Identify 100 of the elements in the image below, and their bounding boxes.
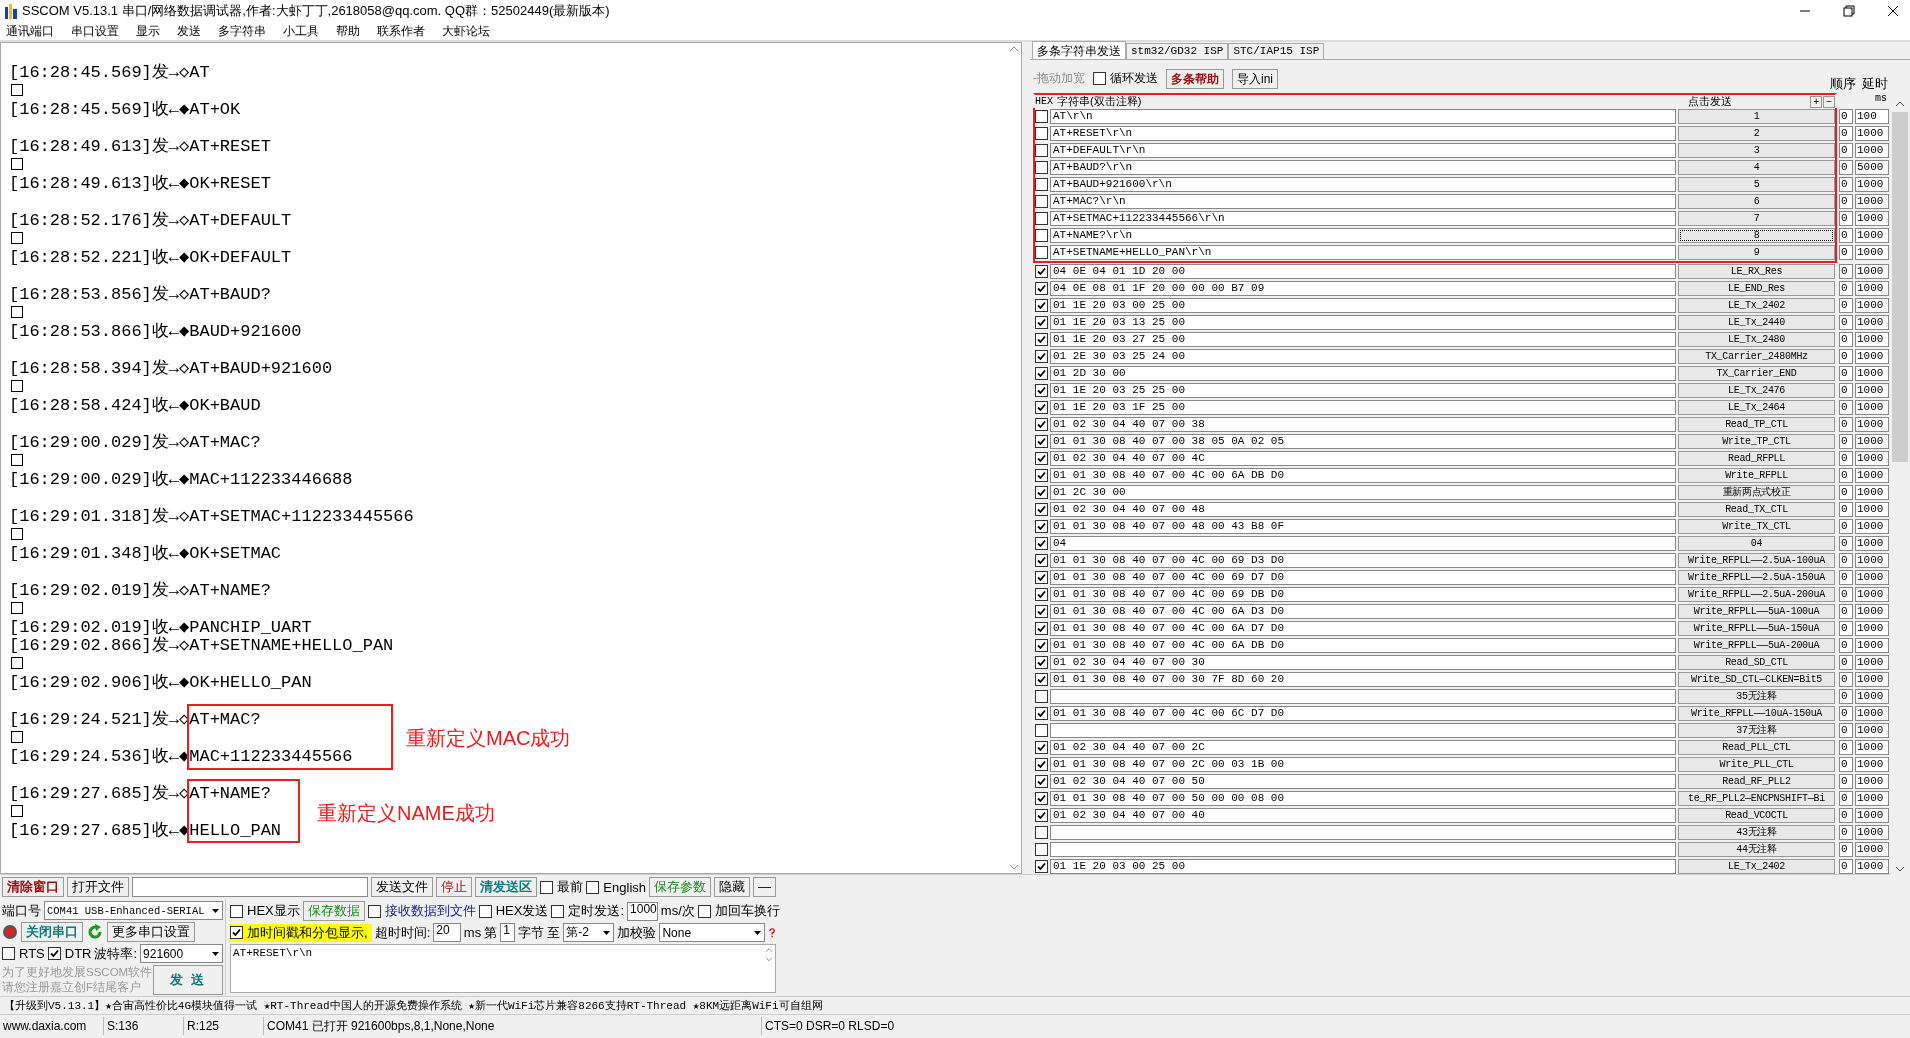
order-field[interactable]: 0 — [1839, 366, 1853, 381]
string-field[interactable]: 01 1E 20 03 27 25 00 — [1050, 332, 1676, 347]
help-button[interactable]: 多条帮助 — [1166, 68, 1224, 89]
delay-field[interactable]: 1000 — [1855, 689, 1889, 704]
checkbox[interactable] — [1035, 333, 1048, 346]
checkbox[interactable] — [1035, 622, 1048, 635]
send-button[interactable]: TX_Carrier_END — [1678, 366, 1835, 381]
string-field[interactable]: AT+SETNAME+HELLO_PAN\r\n — [1050, 245, 1676, 260]
string-field[interactable]: 01 01 30 08 40 07 00 4C 00 6A DB D0 — [1050, 468, 1676, 483]
delay-field[interactable]: 1000 — [1855, 468, 1889, 483]
checkbox[interactable] — [586, 880, 600, 894]
clear-send-button[interactable]: 清发送区 — [475, 877, 538, 897]
send-button[interactable]: LE_Tx_2476 — [1678, 383, 1835, 398]
checkbox[interactable] — [1035, 229, 1048, 242]
string-field[interactable]: 01 01 30 08 40 07 00 50 00 00 08 00 — [1050, 791, 1676, 806]
send-button[interactable]: 4 — [1678, 160, 1835, 175]
send-button[interactable]: 重新两点式校正 — [1678, 485, 1835, 500]
checkbox[interactable] — [1035, 178, 1048, 191]
string-field[interactable] — [1050, 689, 1676, 704]
send-button[interactable]: Write_RFPLL——10uA-150uA — [1678, 706, 1835, 721]
order-field[interactable]: 0 — [1839, 655, 1853, 670]
send-button[interactable]: Write_RFPLL——5uA-150uA — [1678, 621, 1835, 636]
send-button[interactable]: Write_RFPLL——5uA-100uA — [1678, 604, 1835, 619]
string-field[interactable]: 01 01 30 08 40 07 00 30 7F 8D 60 20 — [1050, 672, 1676, 687]
checkbox[interactable] — [1035, 350, 1048, 363]
collapse-button[interactable]: — — [753, 877, 776, 897]
send-file-button[interactable]: 发送文件 — [371, 877, 434, 897]
send-button[interactable]: LE_Tx_2402 — [1678, 298, 1835, 313]
menu-item[interactable]: 帮助 — [336, 22, 360, 40]
send-button[interactable]: LE_Tx_2464 — [1678, 400, 1835, 415]
delay-field[interactable]: 1000 — [1855, 672, 1889, 687]
checkbox[interactable] — [1035, 588, 1048, 601]
delay-field[interactable]: 1000 — [1855, 366, 1889, 381]
checkbox[interactable] — [1035, 843, 1048, 856]
string-field[interactable]: 01 01 30 08 40 07 00 48 00 43 B8 0F — [1050, 519, 1676, 534]
scroll-thumb[interactable] — [1892, 112, 1908, 462]
string-field[interactable]: AT\r\n — [1050, 109, 1676, 124]
string-field[interactable]: 01 01 30 08 40 07 00 4C 00 69 D3 D0 — [1050, 553, 1676, 568]
checkbox[interactable] — [1035, 520, 1048, 533]
port-dropdown[interactable]: COM41 USB-Enhanced-SERIAL — [44, 901, 223, 920]
send-button[interactable]: Read_RFPLL — [1678, 451, 1835, 466]
string-field[interactable]: 04 0E 08 01 1F 20 00 00 00 B7 09 — [1050, 281, 1676, 296]
tab[interactable]: STC/IAP15 ISP — [1228, 43, 1325, 59]
checkbox[interactable] — [540, 880, 554, 894]
string-field[interactable]: 04 — [1050, 536, 1676, 551]
order-field[interactable]: 0 — [1839, 859, 1853, 874]
send-button[interactable]: LE_Tx_2480 — [1678, 332, 1835, 347]
delay-field[interactable]: 1000 — [1855, 211, 1889, 226]
string-field[interactable]: 01 02 30 04 40 07 00 30 — [1050, 655, 1676, 670]
send-button[interactable]: LE_Tx_2440 — [1678, 315, 1835, 330]
delay-field[interactable]: 1000 — [1855, 281, 1889, 296]
order-field[interactable]: 0 — [1839, 604, 1853, 619]
checkbox[interactable] — [1035, 435, 1048, 448]
send-button[interactable]: 43无注释 — [1678, 825, 1835, 840]
string-field[interactable]: 01 2E 30 03 25 24 00 — [1050, 349, 1676, 364]
string-field[interactable]: 01 1E 20 03 00 25 00 — [1050, 298, 1676, 313]
menu-item[interactable]: 多字符串 — [218, 22, 266, 40]
string-field[interactable]: 01 02 30 04 40 07 00 40 — [1050, 808, 1676, 823]
string-field[interactable]: 01 01 30 08 40 07 00 4C 00 69 DB D0 — [1050, 587, 1676, 602]
hide-button[interactable]: 隐藏 — [714, 877, 750, 897]
send-button[interactable]: Write_RFPLL——2.5uA-200uA — [1678, 587, 1835, 602]
delay-field[interactable]: 1000 — [1855, 485, 1889, 500]
checkbox[interactable] — [1035, 282, 1048, 295]
delay-field[interactable]: 1000 — [1855, 723, 1889, 738]
string-field[interactable]: 01 02 30 04 40 07 00 4C — [1050, 451, 1676, 466]
checkbox[interactable] — [1035, 246, 1048, 259]
checkbox[interactable] — [1035, 741, 1048, 754]
delay-field[interactable]: 5000 — [1855, 160, 1889, 175]
more-settings-button[interactable]: 更多串口设置 — [107, 922, 195, 942]
string-field[interactable] — [1050, 842, 1676, 857]
send-button[interactable]: 7 — [1678, 211, 1835, 226]
checkbox[interactable] — [1035, 554, 1048, 567]
checkbox[interactable] — [1035, 809, 1048, 822]
send-button[interactable]: LE_END_Res — [1678, 281, 1835, 296]
checkbox[interactable] — [1035, 673, 1048, 686]
string-field[interactable]: 01 1E 20 03 1F 25 00 — [1050, 400, 1676, 415]
checkbox[interactable] — [1035, 826, 1048, 839]
delay-field[interactable]: 1000 — [1855, 638, 1889, 653]
send-button[interactable]: TX_Carrier_2480MHz — [1678, 349, 1835, 364]
byte-field[interactable]: 1 — [500, 923, 516, 942]
send-button[interactable]: LE_Tx_2402 — [1678, 859, 1835, 874]
checkbox[interactable] — [230, 926, 243, 939]
order-field[interactable]: 0 — [1839, 468, 1853, 483]
order-field[interactable]: 0 — [1839, 502, 1853, 517]
menu-item[interactable]: 显示 — [136, 22, 160, 40]
checkbox[interactable] — [1035, 486, 1048, 499]
delay-field[interactable]: 1000 — [1855, 604, 1889, 619]
string-field[interactable]: AT+BAUD+921600\r\n — [1050, 177, 1676, 192]
string-field[interactable]: 01 1E 20 03 00 25 00 — [1050, 859, 1676, 874]
order-field[interactable]: 0 — [1839, 638, 1853, 653]
checkbox[interactable] — [1035, 212, 1048, 225]
delay-field[interactable]: 1000 — [1855, 536, 1889, 551]
delay-field[interactable]: 1000 — [1855, 245, 1889, 260]
send-button[interactable]: 5 — [1678, 177, 1835, 192]
checkbox[interactable] — [1035, 195, 1048, 208]
order-field[interactable]: 0 — [1839, 228, 1853, 243]
delay-field[interactable]: 1000 — [1855, 417, 1889, 432]
send-button[interactable]: 发 送 — [153, 965, 223, 995]
checkbox[interactable] — [367, 904, 381, 918]
order-field[interactable]: 0 — [1839, 587, 1853, 602]
